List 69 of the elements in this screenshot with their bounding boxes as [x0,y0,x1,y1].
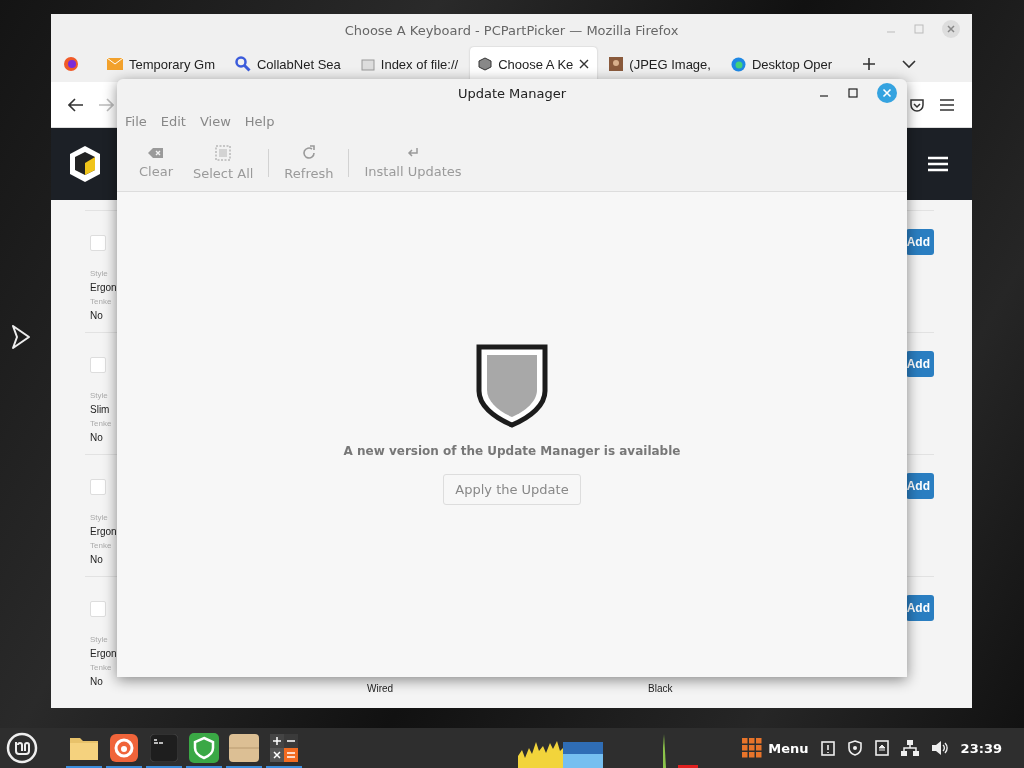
clock: 23:39 [960,740,1002,756]
add-button[interactable]: Add [905,229,934,255]
spec-value: No [90,675,103,689]
network-icon[interactable] [900,740,919,756]
return-arrow-icon [406,147,420,159]
spec-label: Style [90,634,108,646]
chevron-down-icon[interactable] [902,59,917,69]
spec-value: Black [648,682,673,696]
envelope-icon [107,58,123,70]
spec-label: Tenke [90,418,112,430]
menu-item[interactable]: View [195,113,235,129]
spec-value: Slim [90,403,110,417]
spec-value: Ergon [90,281,117,295]
spec-value: Ergon [90,525,117,539]
calculator-icon[interactable] [270,734,298,762]
add-button[interactable]: Add [905,595,934,621]
shield-icon[interactable] [846,740,863,756]
spec-label: Tenke [90,540,112,552]
browser-tab[interactable]: CollabNet Sea [226,47,349,81]
spec-label: Tenke [90,662,112,674]
eject-icon[interactable] [874,740,889,756]
browser-tab[interactable]: Index of file:// [352,47,467,81]
back-icon[interactable] [68,97,84,112]
backspace-icon [148,147,164,159]
terminal-icon[interactable] [150,734,178,762]
volume-icon[interactable] [930,740,949,756]
folder-icon[interactable] [69,735,99,761]
pocket-icon[interactable] [909,96,925,113]
checkbox[interactable] [90,357,106,373]
selection-icon [215,145,232,161]
menu-item[interactable]: Help [240,113,279,129]
close-icon[interactable] [579,59,590,69]
refresh-icon [300,145,317,161]
spec-value: No [90,553,103,567]
browser-logo-icon [730,56,746,72]
spec-label: Style [90,390,108,402]
add-button[interactable]: Add [905,473,934,499]
add-button[interactable]: Add [905,351,934,377]
checkbox[interactable] [90,235,106,251]
spec-value: Ergon [90,647,117,661]
window-title: Update Manager [457,85,567,101]
menu-label[interactable]: Menu [768,740,809,756]
page-icon [360,57,375,71]
checkbox[interactable] [90,601,106,617]
checkbox[interactable] [90,479,106,495]
menu-item[interactable]: File [121,113,151,129]
cube-logo-icon[interactable] [67,144,103,184]
clipboard-icon[interactable] [820,740,835,756]
apply-update-button[interactable]: Apply the Update [443,474,581,505]
spec-label: Style [90,512,108,524]
spec-label: Style [90,268,108,280]
browser-tab[interactable]: Choose A Ke [470,47,598,81]
shield-app-icon[interactable] [189,733,219,763]
status-message: A new version of the Update Manager is available [343,444,681,458]
menu-item[interactable]: Edit [156,113,190,129]
spec-value: No [90,309,103,323]
cube-icon [478,57,493,71]
mint-logo-icon[interactable] [6,732,38,764]
spec-value: No [90,431,103,445]
new-tab-icon[interactable] [862,57,877,71]
spec-label: Tenke [90,296,112,308]
spec-value: Wired [367,682,394,696]
window-title: Choose A Keyboard - PCPartPicker — Mozilla Firefox [344,22,679,38]
grid-menu-icon[interactable] [742,738,763,758]
search-icon [234,56,251,72]
cursor-icon [10,324,32,350]
maximize-icon[interactable] [848,88,858,98]
image-icon [609,57,624,71]
shield-icon [476,344,548,428]
